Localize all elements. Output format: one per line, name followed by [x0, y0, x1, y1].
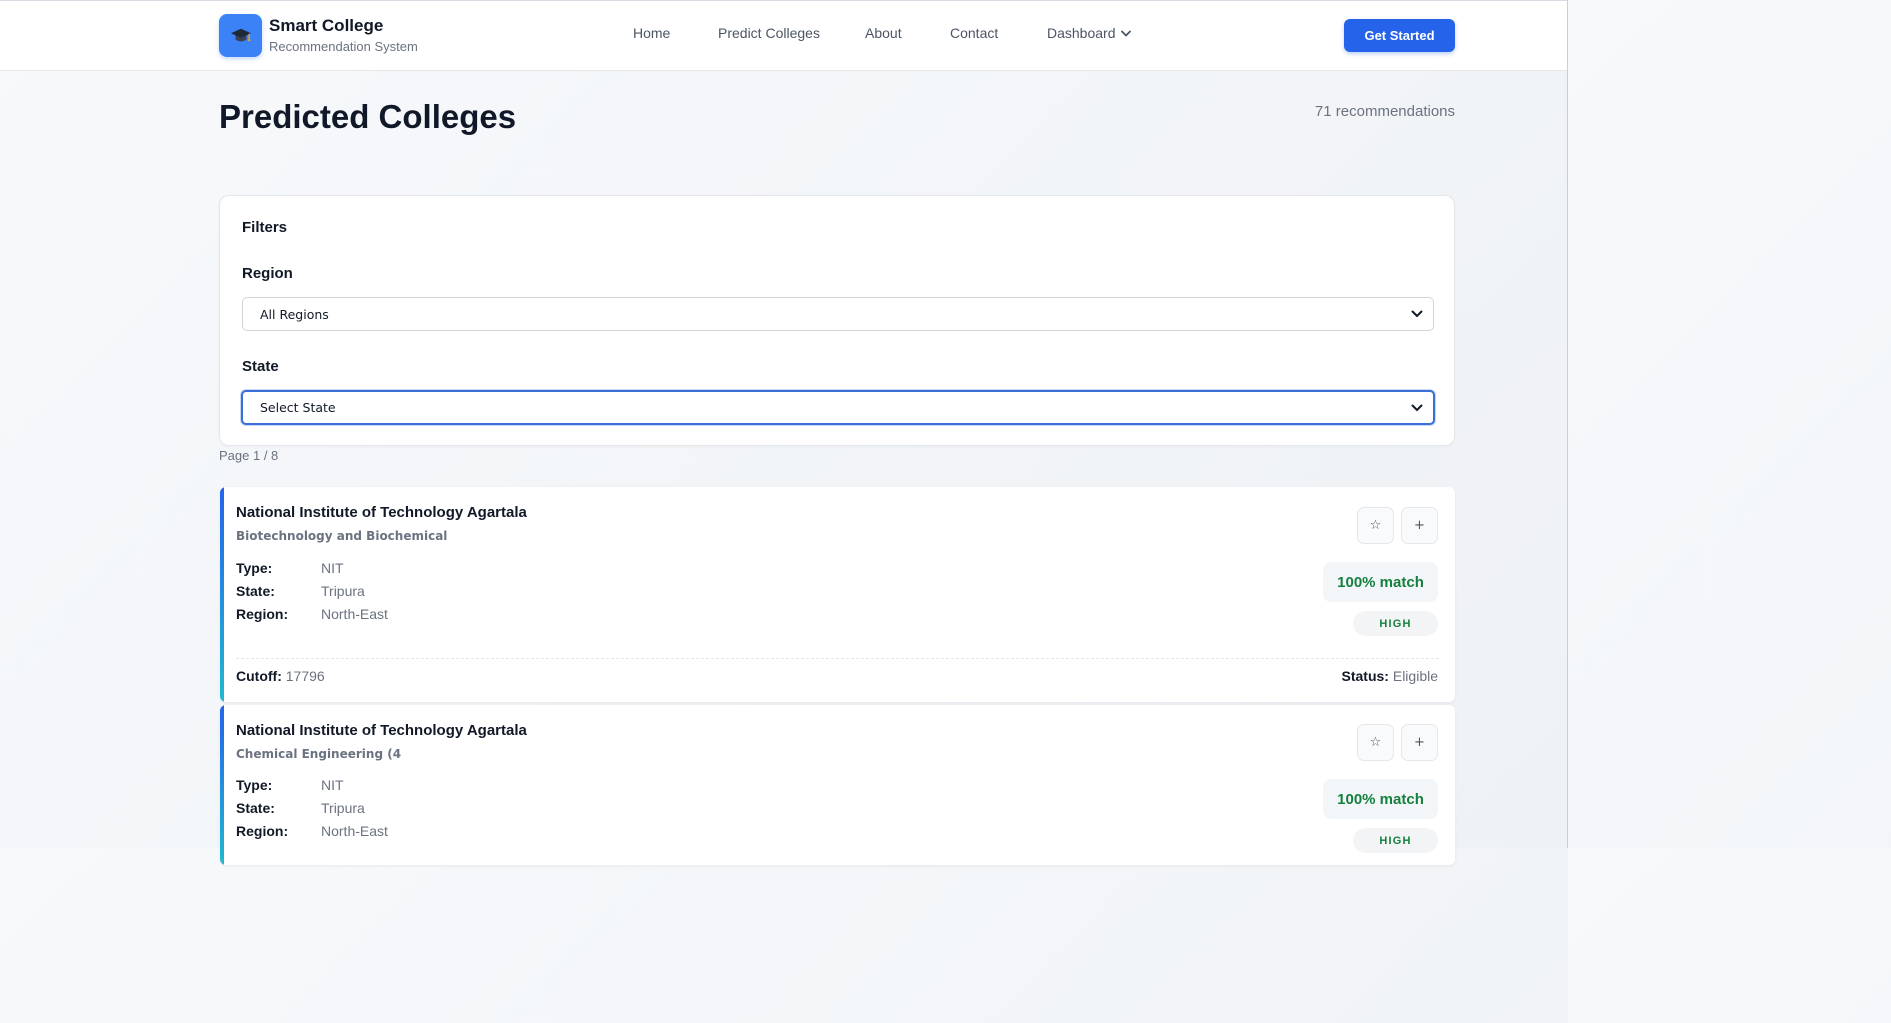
state-value: Tripura: [321, 583, 365, 599]
state-select-value: Select State: [260, 400, 336, 415]
info-row-state: State: Tripura: [236, 800, 365, 816]
card-accent-bar: [220, 705, 224, 865]
state-value: Tripura: [321, 800, 365, 816]
nav-dashboard-dropdown[interactable]: Dashboard: [1047, 25, 1131, 41]
type-value: NIT: [321, 560, 344, 576]
state-label: State:: [236, 800, 275, 816]
filters-panel: Filters Region All Regions State Select …: [219, 195, 1455, 446]
navbar: Smart College Recommendation System Home…: [0, 1, 1568, 71]
college-name: National Institute of Technology Agartal…: [236, 722, 527, 739]
recommendations-count: 71 recommendations: [1314, 103, 1455, 120]
favorite-button[interactable]: ☆: [1357, 507, 1394, 544]
state-label: State:: [236, 583, 275, 599]
type-label: Type:: [236, 777, 273, 793]
nav-dashboard-label: Dashboard: [1047, 25, 1116, 41]
filters-heading: Filters: [242, 219, 288, 236]
add-button[interactable]: +: [1401, 507, 1438, 544]
type-label: Type:: [236, 560, 273, 576]
nav-about[interactable]: About: [865, 25, 902, 41]
cutoff-value: 17796: [285, 668, 325, 684]
region-label: Region: [242, 265, 293, 282]
status-label: Status:: [1341, 668, 1389, 684]
college-name: National Institute of Technology Agartal…: [236, 504, 527, 521]
region-value: North-East: [321, 823, 388, 839]
info-row-type: Type: NIT: [236, 560, 344, 576]
nav-predict-colleges[interactable]: Predict Colleges: [718, 25, 820, 41]
college-branch: Biotechnology and Biochemical: [236, 529, 448, 543]
chevron-down-icon: [1120, 30, 1131, 37]
get-started-button[interactable]: Get Started: [1344, 19, 1455, 52]
region-select-value: All Regions: [260, 306, 329, 322]
match-badge: 100% match: [1323, 562, 1438, 602]
info-row-state: State: Tripura: [236, 583, 365, 599]
scrollbar[interactable]: [1567, 0, 1568, 848]
favorite-button[interactable]: ☆: [1357, 724, 1394, 761]
state-select[interactable]: Select State: [241, 390, 1435, 425]
region-value: North-East: [321, 606, 388, 622]
chevron-down-icon: [1411, 404, 1423, 411]
chance-level-badge: HIGH: [1353, 828, 1438, 853]
college-branch: Chemical Engineering (4: [236, 747, 402, 761]
type-value: NIT: [321, 777, 344, 793]
region-label: Region:: [236, 606, 289, 622]
status-value: Eligible: [1392, 668, 1438, 684]
graduation-cap-icon: [230, 28, 251, 41]
chance-level-badge: HIGH: [1353, 611, 1438, 636]
page-title: Predicted Colleges: [219, 98, 517, 135]
card-divider: [236, 658, 1439, 659]
region-select[interactable]: All Regions: [242, 297, 1434, 331]
plus-icon: +: [1414, 735, 1425, 750]
card-accent-bar: [220, 487, 224, 702]
page-indicator: Page 1 / 8: [219, 448, 279, 463]
cutoff-label: Cutoff:: [236, 668, 282, 684]
star-icon: ☆: [1369, 518, 1382, 533]
info-row-type: Type: NIT: [236, 777, 344, 793]
add-button[interactable]: +: [1401, 724, 1438, 761]
state-label: State: [242, 358, 279, 375]
cutoff-info: Cutoff: 17796: [236, 668, 325, 684]
status-info: Status: Eligible: [1342, 668, 1438, 684]
match-badge: 100% match: [1323, 779, 1438, 819]
college-card[interactable]: National Institute of Technology Agartal…: [220, 705, 1455, 865]
plus-icon: +: [1414, 518, 1425, 533]
nav-contact[interactable]: Contact: [950, 25, 998, 41]
region-label: Region:: [236, 823, 289, 839]
brand-title[interactable]: Smart College: [269, 16, 383, 36]
star-icon: ☆: [1369, 735, 1382, 750]
info-row-region: Region: North-East: [236, 823, 388, 839]
chevron-down-icon: [1411, 310, 1423, 318]
logo[interactable]: [219, 14, 262, 57]
brand-subtitle: Recommendation System: [269, 39, 418, 54]
nav-home[interactable]: Home: [633, 25, 670, 41]
college-card[interactable]: National Institute of Technology Agartal…: [220, 487, 1455, 702]
info-row-region: Region: North-East: [236, 606, 388, 622]
